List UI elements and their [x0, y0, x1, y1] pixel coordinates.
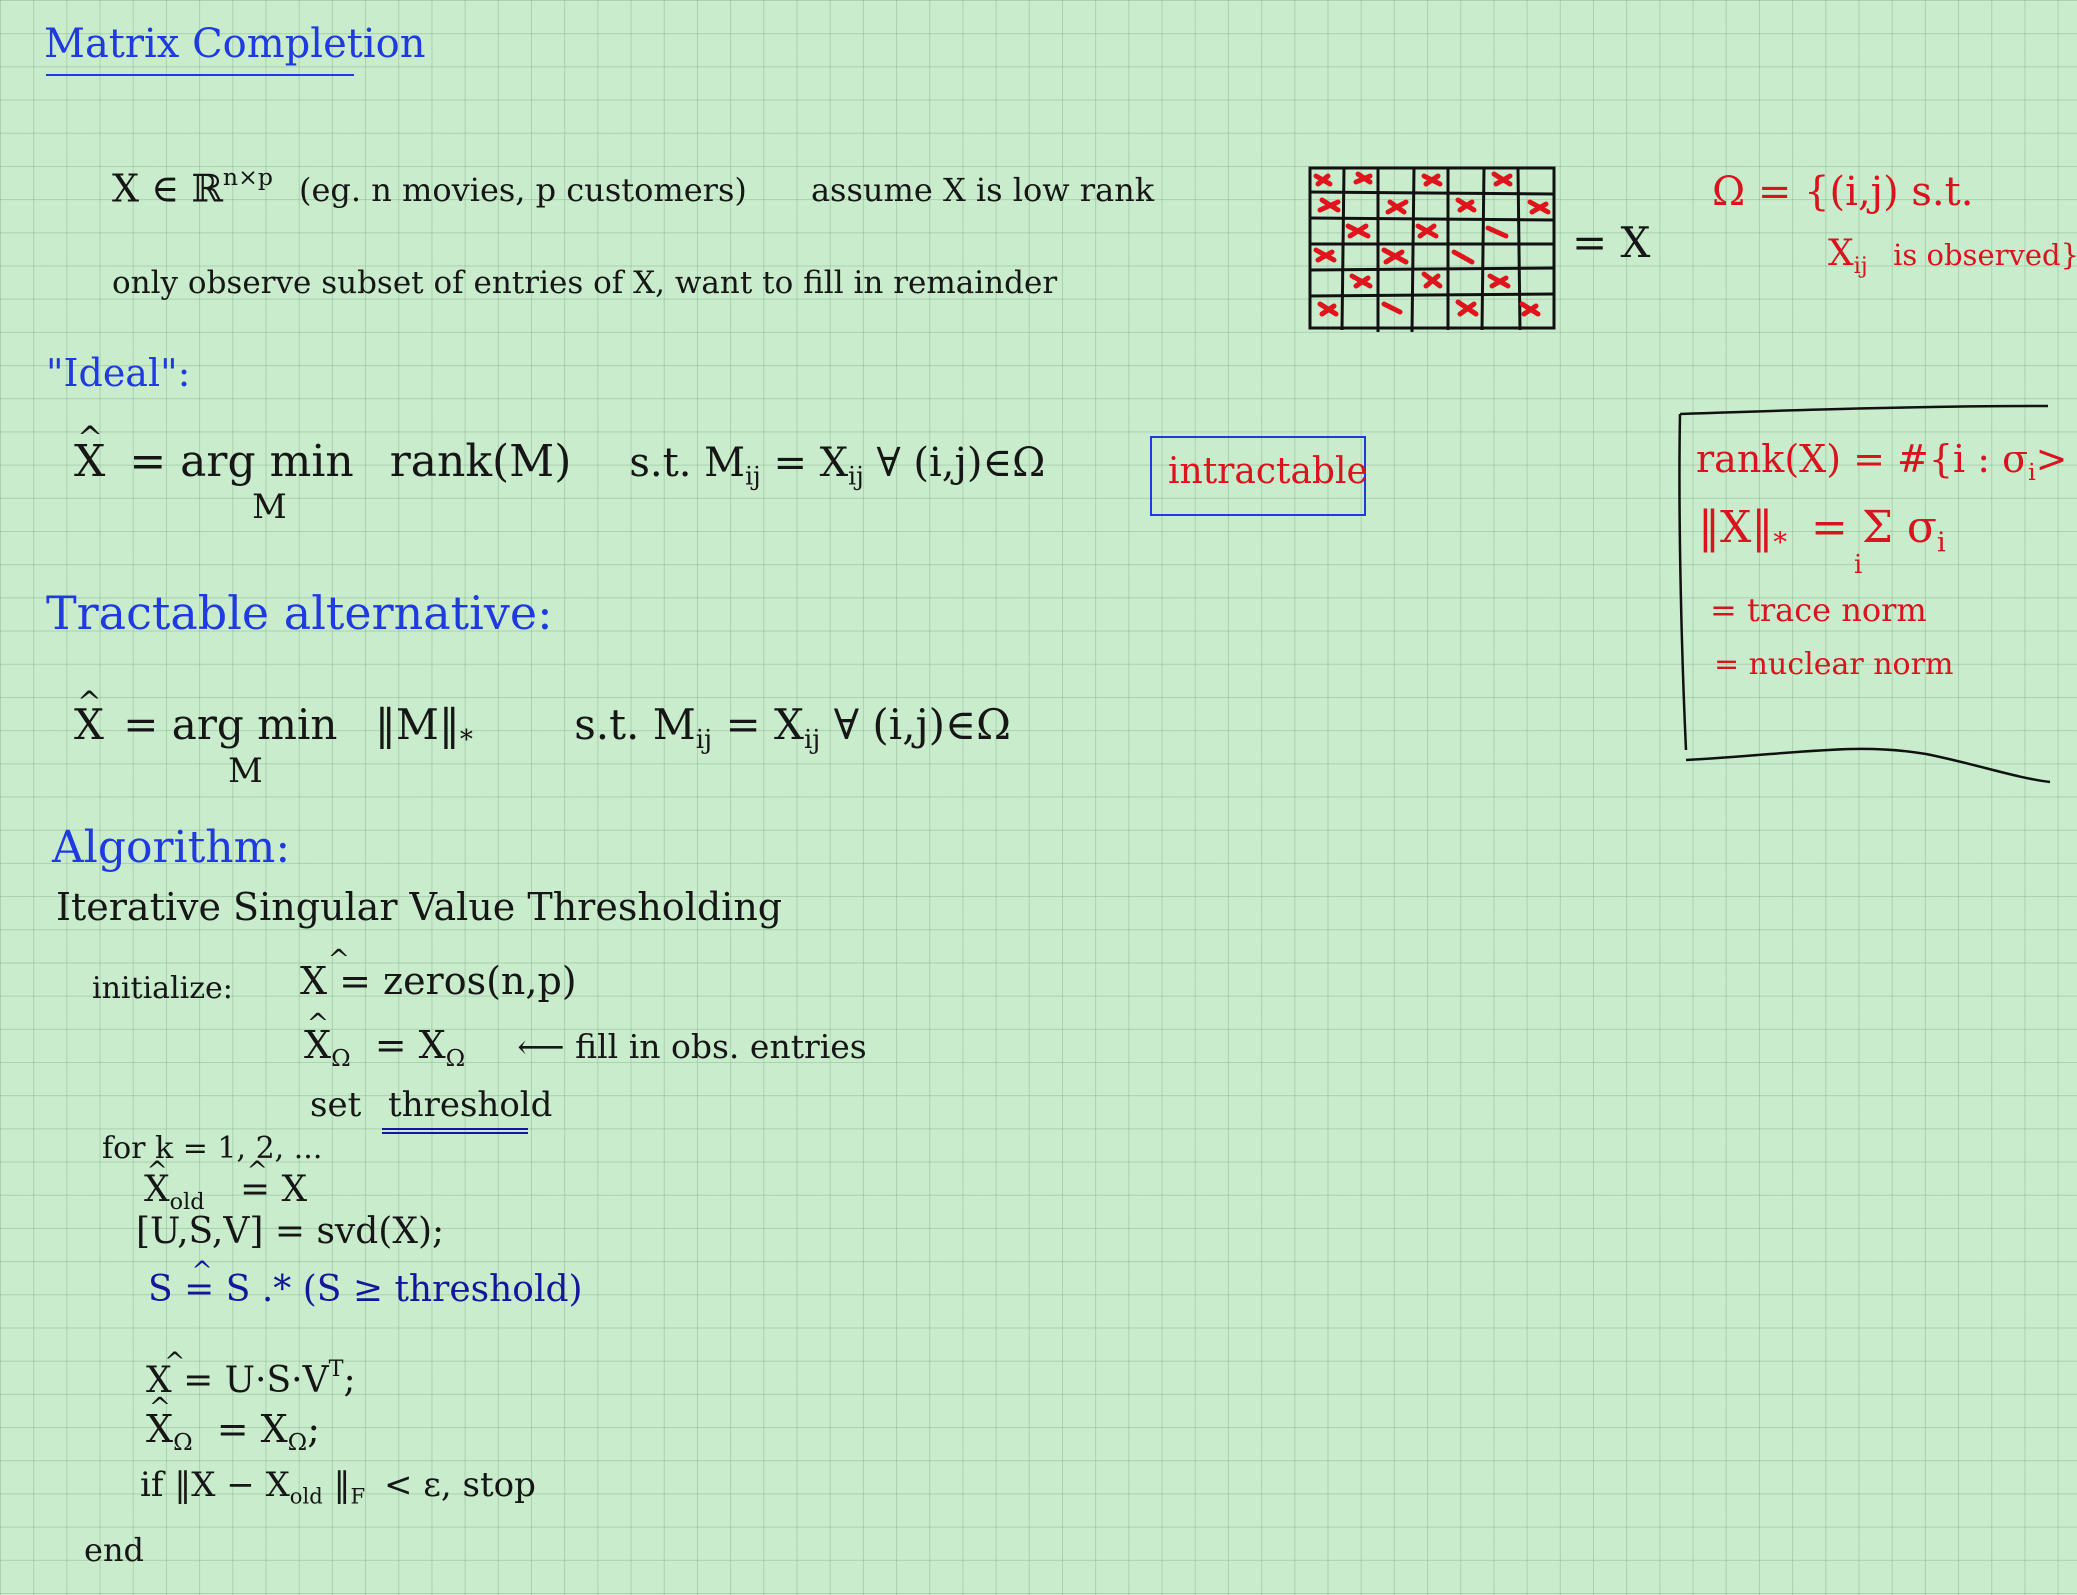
intro-line2: only observe subset of entries of X, wan… — [112, 265, 1058, 301]
definition-trace-norm: = trace norm — [1710, 591, 1927, 629]
loop-line-shrink: S = S .* (S ≥ threshold) — [148, 1258, 583, 1308]
init-fill-note: ⟵ fill in obs. entries — [517, 1027, 867, 1066]
definition-nuclear-norm: = nuclear norm — [1714, 647, 1954, 682]
tractable-heading: Tractable alternative: — [46, 586, 553, 640]
ideal-formula: X = arg min rank(M) s.t. Mij = Xij ∀ (i,… — [74, 423, 1046, 491]
intro-line1: X ∈ ℝn×p (eg. n movies, p customers) ass… — [112, 163, 1155, 211]
omega-definition-line1: Ω = {(i,j) s.t. — [1712, 169, 1974, 215]
ideal-heading: "Ideal": — [46, 351, 191, 395]
init-zeros: X = zeros(n,p) — [300, 947, 577, 1000]
intro-assumption: assume X is low rank — [810, 171, 1155, 210]
tractable-argmin-subscript: M — [228, 751, 263, 791]
definition-nuclear: ‖X‖* = Σ σi — [1698, 502, 1946, 559]
intro-example: (eg. n movies, p customers) — [298, 171, 747, 210]
threshold-double-underline — [382, 1128, 528, 1134]
loop-line-stop: if ‖X − Xold ‖F < ε, stop — [140, 1465, 536, 1509]
ideal-constraint: s.t. Mij = Xij ∀ (i,j)∈Ω — [629, 440, 1046, 491]
omega-x-sub: ij — [1853, 252, 1868, 279]
loop-end: end — [84, 1531, 145, 1569]
definition-sum-index: i — [1854, 550, 1863, 580]
tractable-formula: X = arg min ‖M‖* s.t. Mij = Xij ∀ (i,j)∈… — [74, 688, 1011, 753]
init-label: initialize: — [92, 971, 233, 1006]
matrix-equals-x: = X — [1572, 218, 1651, 267]
ideal-argmin: = arg min — [129, 436, 354, 487]
definition-rank: rank(X) = #{i : σi> 0} — [1696, 437, 2077, 487]
ideal-argmin-subscript: M — [252, 487, 287, 527]
loop-line-reset-observed: XΩ = XΩ; — [146, 1395, 320, 1455]
tractable-constraint: s.t. Mij = Xij ∀ (i,j)∈Ω — [574, 700, 1011, 756]
loop-line-svd: [U,S,V] = svd(X); — [136, 1211, 445, 1252]
intractable-label: intractable — [1168, 451, 1368, 492]
init-threshold: set threshold — [310, 1085, 553, 1125]
ideal-xhat: X — [74, 423, 105, 484]
omega-definition-line2: Xij is observed} — [1828, 236, 2077, 277]
algorithm-heading: Algorithm: — [52, 822, 291, 873]
intro-x-in-r: X ∈ ℝ — [112, 166, 223, 211]
init-fill-observed: XΩ = XΩ ⟵ fill in obs. entries — [304, 1011, 867, 1071]
tractable-objective: ‖M‖* — [374, 700, 473, 756]
tractable-argmin: = arg min — [123, 700, 338, 749]
page-title: Matrix Completion — [44, 21, 426, 67]
title-underline — [46, 74, 354, 76]
observed-matrix-sketch — [1308, 166, 1556, 333]
threshold-word: threshold — [388, 1085, 553, 1125]
intro-dim-sup: n×p — [222, 163, 273, 191]
algorithm-name: Iterative Singular Value Thresholding — [56, 885, 783, 929]
for-loop: for k = 1, 2, ... — [102, 1131, 323, 1166]
omega-observed: is observed} — [1893, 238, 2077, 272]
tractable-xhat: X — [74, 688, 104, 746]
omega-x: X — [1828, 233, 1854, 274]
loop-line-xold: Xold = X — [144, 1158, 307, 1213]
ideal-objective: rank(M) — [389, 436, 572, 487]
loop-line-reconstruct: X = U·S·VT; — [146, 1349, 356, 1399]
